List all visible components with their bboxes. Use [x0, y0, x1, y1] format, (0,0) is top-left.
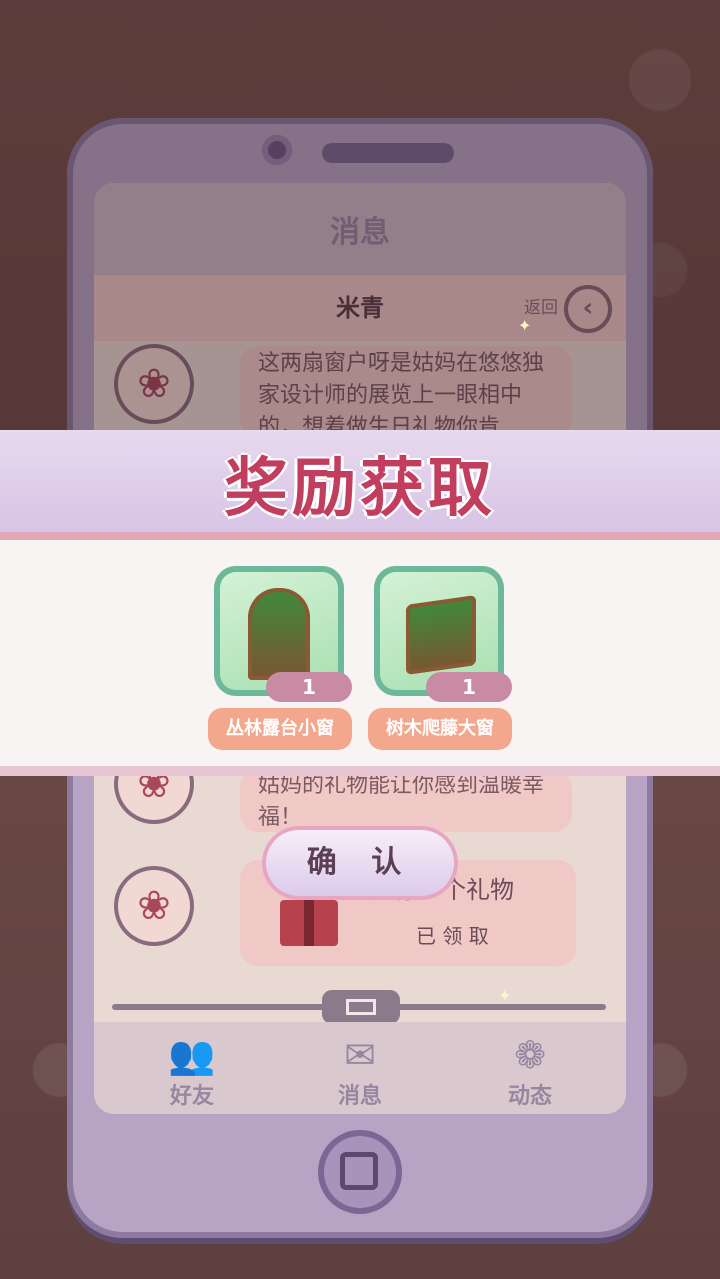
friends-icon: 👥: [168, 1033, 216, 1077]
gift-status: 已 领 取: [416, 924, 489, 948]
rose-icon: ❀: [137, 883, 171, 929]
item-quantity: 1: [266, 672, 352, 702]
tab-moments[interactable]: ❁ 动态: [470, 1032, 590, 1110]
item-quantity: 1: [426, 672, 512, 702]
message-bubble: 姑妈的礼物能让你感到温暖幸福！: [240, 770, 572, 832]
tab-label: 好友: [169, 1084, 214, 1109]
message-icon: ✉: [344, 1033, 376, 1077]
confirm-button[interactable]: 确 认: [266, 830, 454, 896]
sparkle-icon: ✦: [498, 986, 512, 1005]
mail-icon[interactable]: [322, 990, 400, 1024]
avatar: ❀: [114, 866, 194, 946]
tab-friends[interactable]: 👥 好友: [132, 1032, 252, 1110]
item-name: 树木爬藤大窗: [368, 708, 512, 750]
reward-title: 奖励获取: [224, 452, 496, 526]
item-name: 丛林露台小窗: [208, 708, 352, 750]
vine-window-icon: [406, 595, 476, 675]
home-button[interactable]: [318, 1130, 402, 1214]
tab-label: 动态: [507, 1084, 552, 1109]
reward-header: 奖励获取: [0, 430, 720, 540]
reward-panel: [0, 540, 720, 776]
tab-label: 消息: [337, 1084, 382, 1109]
moments-icon: ❁: [514, 1033, 546, 1077]
sparkle-icon: ✦: [518, 316, 532, 335]
jungle-window-icon: [248, 588, 310, 680]
message-text: 姑妈的礼物能让你感到温暖幸福！: [258, 773, 545, 830]
tab-messages[interactable]: ✉ 消息: [300, 1032, 420, 1110]
modal-dim: [0, 0, 720, 430]
gift-box-icon: [280, 900, 338, 946]
